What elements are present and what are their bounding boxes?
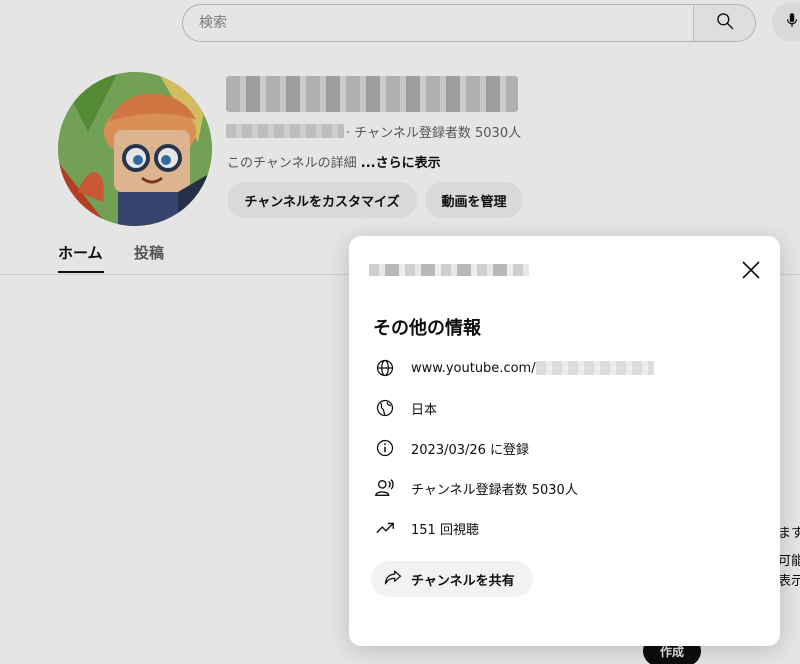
share-icon [383, 567, 403, 591]
info-row-joined: 2023/03/26 に登録 [373, 436, 529, 460]
joined-date-text: 2023/03/26 に登録 [411, 442, 530, 458]
info-icon [373, 436, 397, 460]
channel-url-redacted [535, 361, 654, 375]
subscriber-count-text: チャンネル登録者数 5030人 [411, 482, 578, 498]
close-button[interactable] [735, 256, 767, 288]
channel-url[interactable]: www.youtube.com/ [411, 361, 654, 376]
share-channel-button[interactable]: チャンネルを共有 [371, 561, 533, 597]
close-icon [741, 260, 761, 284]
dialog-title-redacted [369, 264, 529, 276]
info-row-country: 日本 [373, 396, 437, 420]
country-globe-icon [373, 396, 397, 420]
about-dialog: その他の情報 www.youtube.com/ 日本 2023/03/26 に登… [349, 236, 780, 646]
channel-url-text: www.youtube.com/ [411, 360, 536, 376]
globe-icon [373, 356, 397, 380]
subscribers-icon [373, 476, 397, 500]
trending-icon [373, 516, 397, 540]
dialog-heading: その他の情報 [373, 318, 481, 339]
share-channel-label: チャンネルを共有 [411, 573, 515, 589]
info-row-url: www.youtube.com/ [373, 356, 654, 380]
info-row-subscribers: チャンネル登録者数 5030人 [373, 476, 578, 500]
info-row-views: 151 回視聴 [373, 516, 479, 540]
country-text: 日本 [411, 402, 438, 418]
view-count-text: 151 回視聴 [411, 522, 479, 538]
